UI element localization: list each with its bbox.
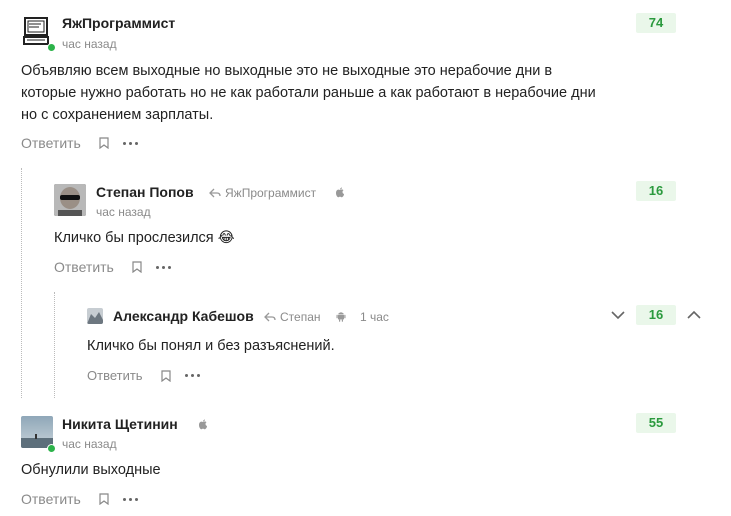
reply-button[interactable]: Ответить	[21, 491, 81, 507]
reply-to-name[interactable]: Степан	[280, 310, 321, 324]
online-indicator	[47, 444, 56, 453]
reply-to-name[interactable]: ЯжПрограммист	[225, 186, 316, 200]
reply-button[interactable]: Ответить	[54, 259, 114, 275]
comment-text: Объявляю всем выходные но выходные это н…	[21, 63, 596, 123]
apple-icon	[336, 187, 344, 198]
more-options-icon[interactable]	[155, 265, 171, 269]
bookmark-icon[interactable]	[160, 369, 171, 382]
person-photo-icon	[87, 308, 103, 324]
more-options-icon[interactable]	[122, 497, 138, 501]
comment-author[interactable]: Никита Щетинин	[62, 416, 178, 432]
comment-text: Кличко бы понял и без разъяснений.	[87, 338, 335, 354]
thread-line-level2	[54, 292, 55, 398]
thread-line-level1	[21, 168, 22, 398]
reply-arrow-icon	[209, 188, 221, 198]
comment-rating: 55	[636, 413, 676, 433]
downvote-icon[interactable]	[610, 307, 626, 323]
comment-rating: 16	[636, 181, 676, 201]
laughing-emoji-icon: 😂	[217, 230, 235, 246]
comment-text: Обнулили выходные	[21, 462, 161, 478]
android-icon	[336, 312, 346, 322]
apple-icon	[199, 419, 207, 430]
computer-avatar-icon	[23, 17, 49, 45]
bookmark-icon[interactable]	[99, 493, 109, 505]
online-indicator	[47, 43, 56, 52]
reply-arrow-icon	[264, 312, 276, 322]
comment-actions: Ответить	[21, 491, 138, 507]
comment-author[interactable]: Александр Кабешов	[113, 308, 254, 324]
comment-actions: Ответить	[87, 368, 200, 383]
landscape-photo-icon	[21, 416, 53, 448]
comment-text: Кличко бы прослезился 😂	[54, 227, 554, 249]
comment-time[interactable]: час назад	[62, 437, 117, 451]
upvote-icon[interactable]	[686, 307, 702, 323]
comment-time[interactable]: час назад	[96, 205, 151, 219]
bookmark-icon[interactable]	[99, 137, 109, 149]
avatar[interactable]	[21, 416, 53, 448]
avatar[interactable]	[21, 15, 53, 47]
bookmark-icon[interactable]	[132, 261, 142, 273]
reply-button[interactable]: Ответить	[87, 368, 143, 383]
comment-time[interactable]: 1 час	[360, 310, 389, 324]
comment-rating: 74	[636, 13, 676, 33]
comment-rating: 16	[636, 305, 676, 325]
comment-author[interactable]: Степан Попов	[96, 184, 194, 200]
avatar[interactable]	[54, 184, 86, 216]
comment-text-content: Кличко бы прослезился	[54, 230, 214, 246]
comment-time[interactable]: час назад	[62, 37, 117, 51]
reply-to[interactable]: Степан	[264, 310, 321, 324]
more-options-icon[interactable]	[122, 141, 138, 145]
comment-author[interactable]: ЯжПрограммист	[62, 15, 175, 31]
comment-actions: Ответить	[21, 135, 138, 151]
reply-button[interactable]: Ответить	[21, 135, 81, 151]
comment-actions: Ответить	[54, 259, 171, 275]
avatar[interactable]	[87, 308, 103, 324]
reply-to[interactable]: ЯжПрограммист	[209, 186, 316, 200]
more-options-icon[interactable]	[184, 374, 200, 377]
person-photo-icon	[54, 184, 86, 216]
